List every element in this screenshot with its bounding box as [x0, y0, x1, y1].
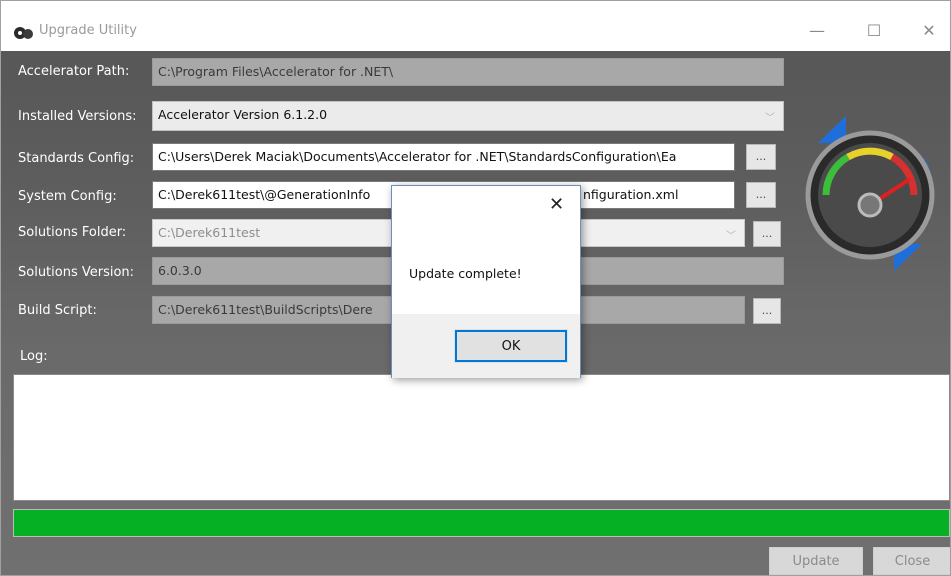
chevron-down-icon: ﹀ — [765, 113, 775, 124]
solutions-folder-value: C:\Derek611test — [158, 225, 261, 240]
app-logo-icon — [14, 27, 33, 39]
close-button[interactable]: Close — [873, 547, 950, 575]
installed-versions-label: Installed Versions: — [18, 109, 137, 124]
close-window-button[interactable]: ✕ — [906, 15, 950, 45]
system-config-label: System Config: — [18, 189, 117, 204]
progress-fill — [14, 510, 949, 536]
dialog-close-button[interactable]: ✕ — [549, 194, 564, 215]
solutions-folder-browse-button[interactable]: ... — [753, 221, 781, 247]
update-button[interactable]: Update — [769, 547, 863, 575]
accelerator-path-label: Accelerator Path: — [18, 64, 130, 79]
upgrade-utility-window: Upgrade Utility — ☐ ✕ Accelerator Path: … — [0, 0, 951, 576]
dialog-footer: OK — [392, 314, 580, 378]
system-config-value-tail: nfiguration.xml — [583, 187, 679, 202]
window-title: Upgrade Utility — [39, 23, 137, 38]
title-bar[interactable]: Upgrade Utility — ☐ ✕ — [1, 1, 950, 51]
system-config-browse-button[interactable]: ... — [746, 182, 776, 208]
ok-button[interactable]: OK — [454, 329, 568, 363]
dialog-message: Update complete! — [409, 266, 522, 281]
installed-versions-value: Accelerator Version 6.1.2.0 — [158, 107, 328, 122]
standards-config-input[interactable]: C:\Users\Derek Maciak\Documents\Accelera… — [152, 143, 735, 171]
log-label: Log: — [20, 349, 48, 364]
solutions-folder-label: Solutions Folder: — [18, 225, 127, 240]
standards-config-label: Standards Config: — [18, 151, 135, 166]
progress-bar — [13, 509, 950, 537]
minimize-button[interactable]: — — [794, 15, 840, 45]
speedometer-sync-icon — [805, 116, 935, 271]
installed-versions-select[interactable]: Accelerator Version 6.1.2.0 ﹀ — [152, 101, 784, 131]
chevron-down-icon: ﹀ — [726, 231, 736, 242]
maximize-button[interactable]: ☐ — [851, 15, 897, 45]
log-textarea[interactable] — [13, 374, 950, 501]
build-script-browse-button[interactable]: ... — [753, 298, 781, 324]
message-dialog: ✕ Update complete! OK — [391, 185, 581, 378]
system-config-value: C:\Derek611test\@GenerationInfo — [158, 187, 371, 202]
build-script-label: Build Script: — [18, 303, 97, 318]
accelerator-path-field: C:\Program Files\Accelerator for .NET\ — [152, 58, 784, 86]
solutions-version-label: Solutions Version: — [18, 265, 135, 280]
standards-config-browse-button[interactable]: ... — [746, 144, 776, 170]
